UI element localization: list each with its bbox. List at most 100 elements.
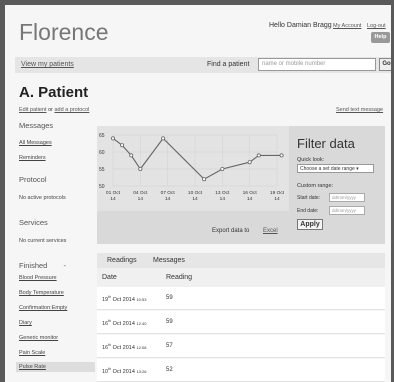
data-point (220, 167, 225, 172)
y-tick-label: 55 (99, 167, 105, 173)
my-account-link[interactable]: My Account (333, 23, 361, 29)
start-date-label: Start date: (297, 195, 321, 201)
row-month-year: Oct 2014 (111, 320, 137, 327)
col-reading-header: Reading (166, 274, 193, 281)
tab-readings[interactable]: Readings (107, 257, 137, 264)
table-row: 10th Oct 2014 13:26 52 (97, 359, 385, 382)
find-patient-label: Find a patient (207, 61, 250, 68)
x-tick-label: 01 Oct (106, 190, 121, 196)
view-patients-link[interactable]: View my patients (21, 61, 74, 68)
row-month-year: Oct 2014 (111, 368, 137, 375)
sidebar-item-confirmation-empty[interactable]: Confirmation:Empty (19, 305, 95, 311)
end-date-input[interactable]: dd/mm/yyyy (329, 206, 365, 215)
row-time: 13:26 (136, 368, 147, 374)
x-tick-label: 14 (192, 196, 198, 202)
row-reading: 52 (166, 367, 173, 373)
patient-search-input[interactable]: name or mobile number (258, 58, 376, 71)
end-date-label: End date: (297, 208, 319, 214)
finished-label: Finished (19, 261, 48, 270)
data-point (129, 153, 134, 158)
data-point (256, 153, 261, 158)
y-tick-label: 60 (99, 150, 105, 156)
row-date: 16th Oct 2014 12:08 (102, 343, 146, 351)
x-tick-label: 14 (110, 196, 116, 202)
no-services-text: No current services (19, 238, 67, 244)
finished-list: Blood Pressure Body Temperature Confirma… (16, 275, 95, 372)
sidebar-item-reminders[interactable]: Reminders (19, 155, 95, 161)
export-excel-link[interactable]: Excel (263, 228, 278, 234)
custom-range-label: Custom range: (297, 183, 334, 189)
x-tick-label: 10 Oct (188, 190, 203, 196)
data-point (202, 177, 207, 182)
tab-bar: Readings Messages (97, 253, 385, 268)
data-point (110, 136, 115, 141)
col-date-header: Date (102, 274, 117, 281)
y-tick-label: 50 (99, 184, 105, 190)
start-date-input[interactable]: dd/mm/yyyy (329, 193, 365, 202)
x-tick-label: 07 Oct (161, 190, 176, 196)
row-month-year: Oct 2014 (111, 296, 137, 303)
sidebar-heading-finished[interactable]: Finished - (19, 261, 95, 270)
patient-name: A. Patient (19, 84, 89, 101)
sidebar-item-all-messages[interactable]: All Messages (19, 140, 95, 146)
sidebar-item-generic-monitor[interactable]: Generic monitor (19, 335, 95, 341)
row-reading: 59 (166, 319, 173, 325)
page: Florence Hello Damian Bragg My Account L… (5, 5, 391, 382)
send-text-link[interactable]: Send text message (336, 107, 383, 113)
apply-button[interactable]: Apply (297, 219, 323, 230)
top-bar: View my patients Find a patient name or … (15, 57, 391, 73)
sidebar-heading-protocol: Protocol (19, 175, 47, 184)
table-row: 16th Oct 2014 12:08 57 (97, 335, 385, 358)
row-time: 12:08 (136, 344, 147, 350)
row-reading: 57 (166, 343, 173, 349)
or-text: or (48, 107, 53, 113)
go-button[interactable]: Go (379, 58, 391, 71)
data-point (138, 167, 143, 172)
collapse-toggle[interactable]: - (63, 261, 66, 270)
row-date: 10th Oct 2014 13:26 (102, 367, 146, 375)
sidebar-heading-services: Services (19, 218, 48, 227)
x-tick-label: 14 (220, 196, 226, 202)
user-greeting: Hello Damian Bragg (269, 22, 332, 29)
row-time: 12:40 (136, 320, 147, 326)
x-tick-label: 14 (138, 196, 144, 202)
app-title: Florence (19, 19, 109, 45)
sidebar-item-blood-pressure[interactable]: Blood Pressure (19, 275, 95, 281)
x-tick-label: 16 Oct (243, 190, 258, 196)
date-range-select[interactable]: Choose a set date range ▾ (297, 164, 374, 173)
edit-patient-link[interactable]: Edit patient (19, 107, 47, 113)
sidebar-heading-messages: Messages (19, 121, 54, 130)
quick-look-label: Quick look: (297, 157, 325, 163)
sidebar-item-pulse-rate[interactable]: Pulse Rate (16, 362, 95, 372)
y-tick-label: 65 (99, 133, 105, 139)
x-tick-label: 14 (274, 196, 280, 202)
x-tick-label: 13 Oct (215, 190, 230, 196)
x-tick-label: 14 (165, 196, 171, 202)
sidebar-item-diary[interactable]: Diary (19, 320, 95, 326)
logout-link[interactable]: Log-out (367, 23, 386, 29)
data-point (161, 136, 166, 141)
chart-area: 65 60 55 50 01 Oct 14 04 Oct 14 07 Oct 14 10 Oct 14… (97, 126, 289, 211)
row-date: 19th Oct 2014 10:53 (102, 295, 146, 303)
filter-panel: Filter data Quick look: Choose a set dat… (297, 126, 385, 244)
row-month-year: Oct 2014 (111, 344, 137, 351)
add-protocol-link[interactable]: add a protocol (54, 107, 89, 113)
sidebar-item-body-temperature[interactable]: Body Temperature (19, 290, 95, 296)
sidebar: Messages All Messages Reminders Protocol… (16, 119, 95, 372)
data-point (120, 143, 125, 148)
data-point (247, 160, 252, 165)
row-date: 16th Oct 2014 12:40 (102, 319, 146, 327)
tab-messages[interactable]: Messages (153, 257, 185, 264)
table-row: 16th Oct 2014 12:40 59 (97, 311, 385, 334)
row-time: 10:53 (136, 296, 147, 302)
series-line (112, 137, 282, 180)
help-button[interactable]: Help (371, 32, 390, 43)
readings-chart: 6560555001 Oct1404 Oct1407 Oct1410 Oct14… (99, 133, 285, 202)
filter-title: Filter data (297, 136, 355, 151)
row-reading: 59 (166, 295, 173, 301)
x-tick-label: 04 Oct (133, 190, 148, 196)
sidebar-item-pain-scale[interactable]: Pain Scale (19, 350, 95, 356)
x-tick-label: 14 (247, 196, 253, 202)
chart-panel: 65 60 55 50 01 Oct 14 04 Oct 14 07 Oct 14 10 Oct 14… (97, 126, 385, 244)
export-label: Export data to (212, 228, 250, 234)
